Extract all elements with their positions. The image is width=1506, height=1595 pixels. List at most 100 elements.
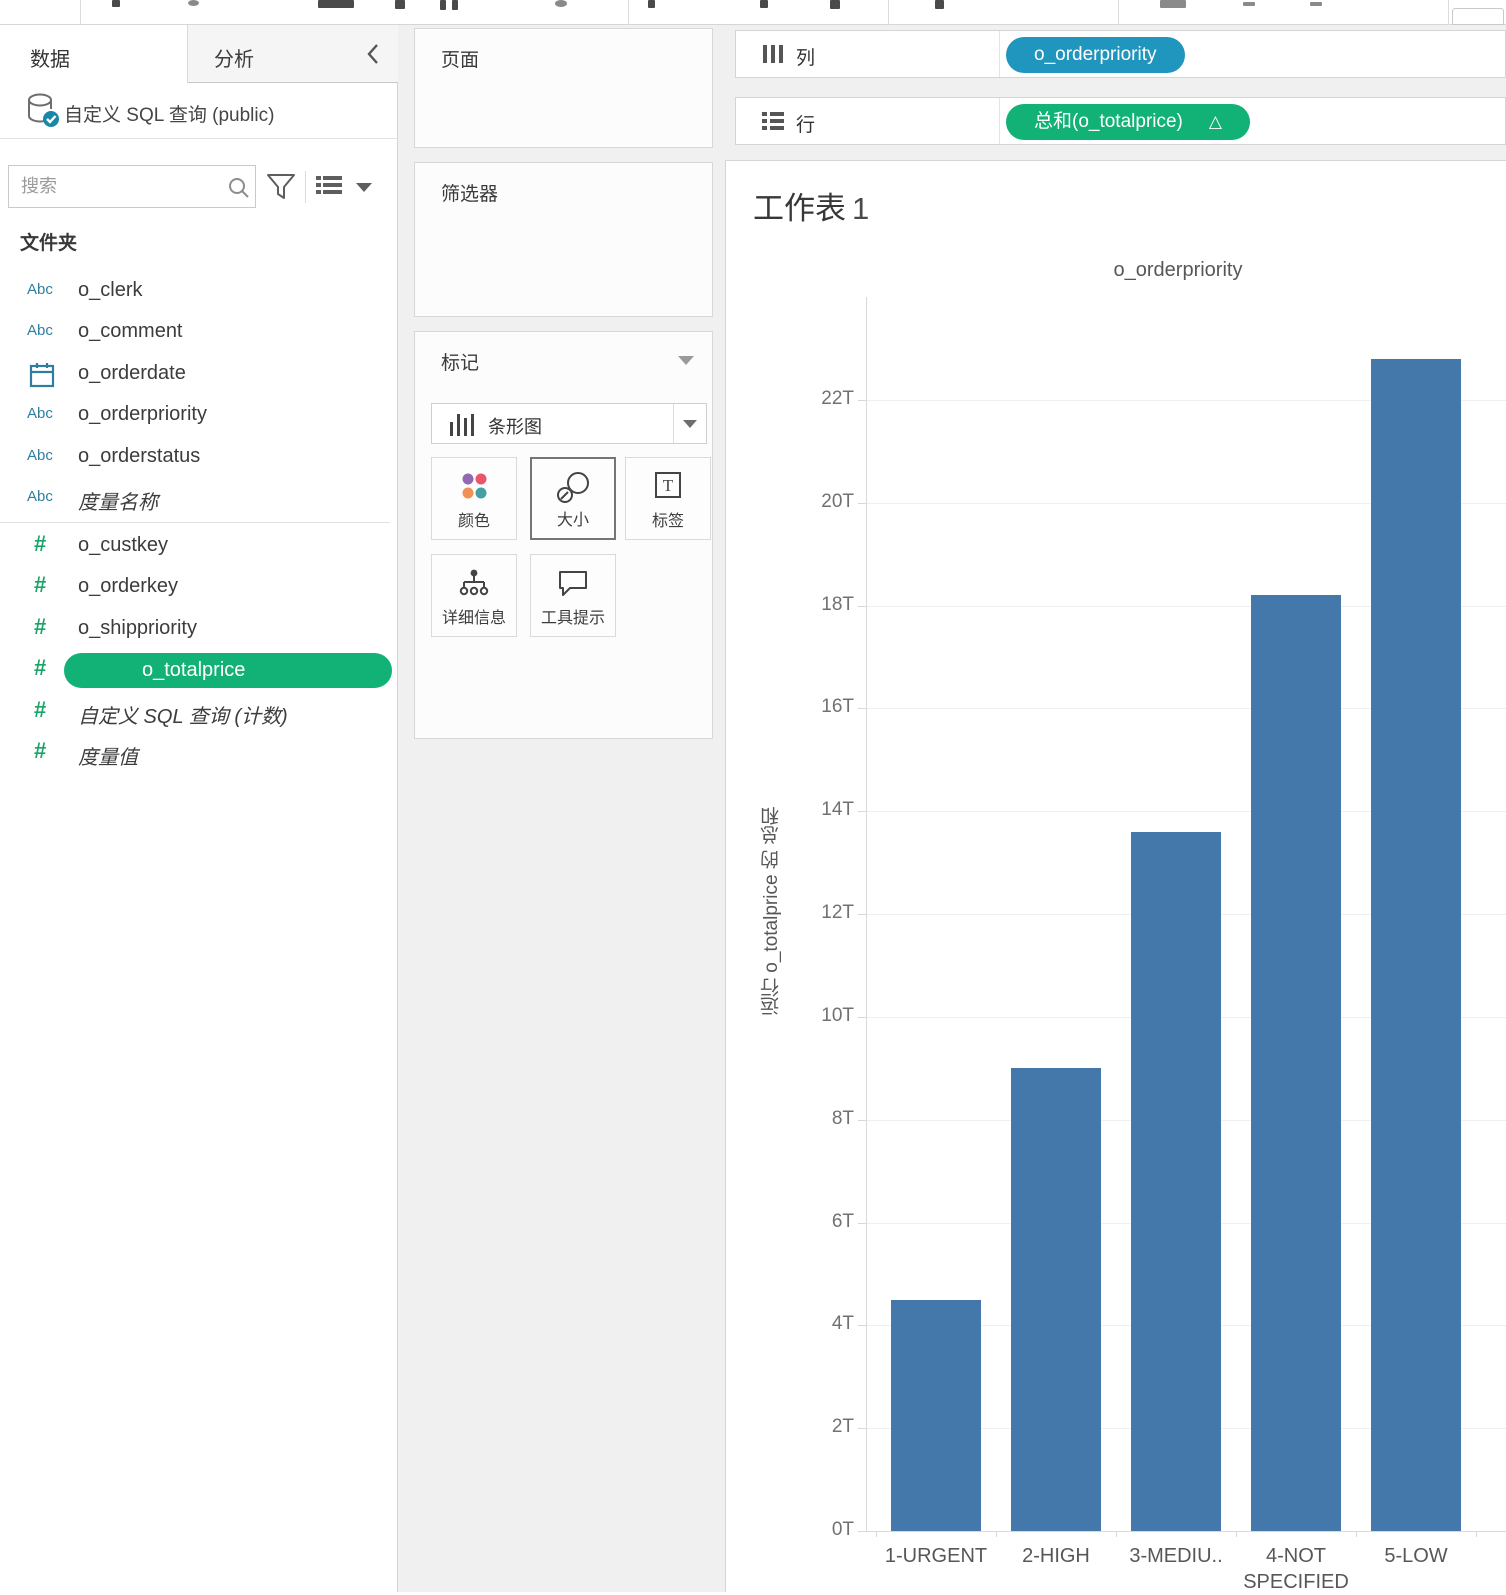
data-pane: 数据 分析 自定义 SQL 查询 (public) 文件 xyxy=(0,25,398,1592)
toolbar-show-me-button[interactable] xyxy=(1452,8,1504,25)
x-tick-mark xyxy=(1236,1531,1237,1537)
bar-chart-icon xyxy=(450,412,476,436)
toolbar xyxy=(0,0,1506,25)
toolbar-icon-fragment[interactable] xyxy=(452,0,458,10)
bar-5-LOW[interactable] xyxy=(1371,359,1461,1531)
number-sign-icon: # xyxy=(34,614,46,640)
detail-button[interactable]: 详细信息 xyxy=(431,554,517,637)
field-o_orderstatus[interactable]: Abco_orderstatus xyxy=(0,437,396,478)
toolbar-separator xyxy=(80,0,81,25)
color-button[interactable]: 颜色 xyxy=(431,457,517,540)
y-tick-label: 12T xyxy=(784,902,854,924)
abc-string-icon: Abc xyxy=(27,281,53,298)
y-tick-mark xyxy=(858,503,866,504)
marks-card-caret-icon[interactable] xyxy=(678,356,694,365)
number-sign-icon: # xyxy=(34,531,46,557)
field-o_orderpriority[interactable]: Abco_orderpriority xyxy=(0,395,396,436)
toolbar-icon-fragment[interactable] xyxy=(935,0,944,9)
x-tick-mark xyxy=(1116,1531,1117,1537)
toolbar-icon-fragment[interactable] xyxy=(760,0,768,8)
datasource-row[interactable]: 自定义 SQL 查询 (public) xyxy=(0,83,398,139)
field-o_shippriority[interactable]: #o_shippriority xyxy=(0,609,396,650)
rows-icon xyxy=(761,110,785,132)
toolbar-icon-fragment[interactable] xyxy=(188,0,199,6)
columns-pill-o_orderpriority[interactable]: o_orderpriority xyxy=(1006,37,1185,73)
view-as-list-icon[interactable] xyxy=(316,176,342,198)
size-button[interactable]: 大小 xyxy=(530,457,616,540)
y-tick-mark xyxy=(858,1428,866,1429)
field-度量名称[interactable]: Abc 度量名称 xyxy=(0,478,396,519)
view-options-caret-icon[interactable] xyxy=(356,183,372,192)
abc-string-icon: Abc xyxy=(27,488,53,505)
mark-type-dropdown-arrow[interactable] xyxy=(673,404,706,443)
rows-pill-sum-o_totalprice[interactable]: 总和(o_totalprice)△ xyxy=(1006,104,1250,140)
marks-card: 标记 条形图 颜色 xyxy=(414,331,713,739)
bar-1-URGENT[interactable] xyxy=(891,1300,981,1531)
shelf-area: 列 o_orderpriority 行 总和(o_totalprice)△ xyxy=(725,25,1506,160)
tooltip-button[interactable]: 工具提示 xyxy=(530,554,616,637)
field-label: o_orderdate xyxy=(78,362,186,385)
toolbar-icon-fragment[interactable] xyxy=(440,0,446,10)
y-tick-mark xyxy=(858,811,866,812)
field-o_clerk[interactable]: Abco_clerk xyxy=(0,271,396,312)
text-label-icon: T xyxy=(653,470,683,500)
y-tick-label: 14T xyxy=(784,799,854,821)
field-o_totalprice[interactable]: #o_totalprice xyxy=(0,650,396,691)
field-o_custkey[interactable]: # o_custkey xyxy=(0,526,396,567)
y-tick-label: 2T xyxy=(784,1416,854,1438)
rows-shelf-label: 行 xyxy=(796,110,815,137)
search-box xyxy=(8,165,256,208)
y-tick-label: 0T xyxy=(784,1519,854,1541)
y-tick-mark xyxy=(858,1325,866,1326)
bar-3-MEDIU..[interactable] xyxy=(1131,832,1221,1531)
collapse-pane-icon[interactable] xyxy=(366,42,380,66)
field-自定义 SQL 查询 (计数)[interactable]: #自定义 SQL 查询 (计数) xyxy=(0,692,396,733)
filters-card[interactable]: 筛选器 xyxy=(414,162,713,317)
y-tick-label: 18T xyxy=(784,594,854,616)
toolbar-icon-fragment[interactable] xyxy=(395,0,405,9)
column-field-header: o_orderpriority xyxy=(848,259,1506,282)
toolbar-icon-fragment[interactable] xyxy=(648,0,655,8)
y-tick-label: 4T xyxy=(784,1313,854,1335)
color-dots-icon xyxy=(458,470,490,502)
bar-2-HIGH[interactable] xyxy=(1011,1068,1101,1531)
filters-card-title: 筛选器 xyxy=(441,179,498,206)
columns-pill-label: o_orderpriority xyxy=(1034,44,1157,65)
label-button[interactable]: T 标签 xyxy=(625,457,711,540)
toolbar-icon-fragment[interactable] xyxy=(1243,2,1255,6)
tab-analytics[interactable]: 分析 xyxy=(187,25,398,83)
toolbar-icon-fragment[interactable] xyxy=(318,0,354,8)
sheet-title: 工作表1 xyxy=(753,183,869,228)
field-label: 度量名称 xyxy=(78,486,158,515)
field-label: o_custkey xyxy=(78,534,168,557)
pages-card[interactable]: 页面 xyxy=(414,28,713,148)
toolbar-icon-fragment[interactable] xyxy=(1310,2,1322,6)
toolbar-separator xyxy=(1118,0,1119,25)
detail-tree-icon xyxy=(458,567,490,599)
mark-type-dropdown[interactable]: 条形图 xyxy=(431,403,707,444)
columns-shelf[interactable]: 列 o_orderpriority xyxy=(735,30,1506,78)
label-button-label: 标签 xyxy=(626,507,710,531)
toolbar-icon-fragment[interactable] xyxy=(112,0,120,7)
tooltip-bubble-icon xyxy=(556,567,590,599)
toolbar-icon-fragment[interactable] xyxy=(555,0,567,7)
x-category-label: 2-HIGH xyxy=(991,1543,1121,1569)
shelf-cards-panel: 页面 筛选器 标记 条形图 xyxy=(398,25,725,1592)
toolbar-separator xyxy=(888,0,889,25)
search-input[interactable] xyxy=(9,166,255,207)
toolbar-icon-fragment[interactable] xyxy=(830,0,840,9)
field-度量值[interactable]: #度量值 xyxy=(0,733,396,774)
chevron-down-icon xyxy=(683,420,697,428)
abc-string-icon: Abc xyxy=(27,447,53,464)
rows-shelf[interactable]: 行 总和(o_totalprice)△ xyxy=(735,97,1506,145)
field-o_orderkey[interactable]: #o_orderkey xyxy=(0,567,396,608)
y-tick-label: 8T xyxy=(784,1108,854,1130)
y-tick-label: 16T xyxy=(784,696,854,718)
field-o_orderdate[interactable]: o_orderdate xyxy=(0,354,396,395)
bar-4-NOT[interactable] xyxy=(1251,595,1341,1531)
number-sign-icon: # xyxy=(34,697,46,723)
filter-funnel-icon[interactable] xyxy=(266,173,296,201)
tab-data[interactable]: 数据 xyxy=(0,25,187,83)
field-o_comment[interactable]: Abco_comment xyxy=(0,312,396,353)
toolbar-icon-fragment[interactable] xyxy=(1160,0,1186,8)
